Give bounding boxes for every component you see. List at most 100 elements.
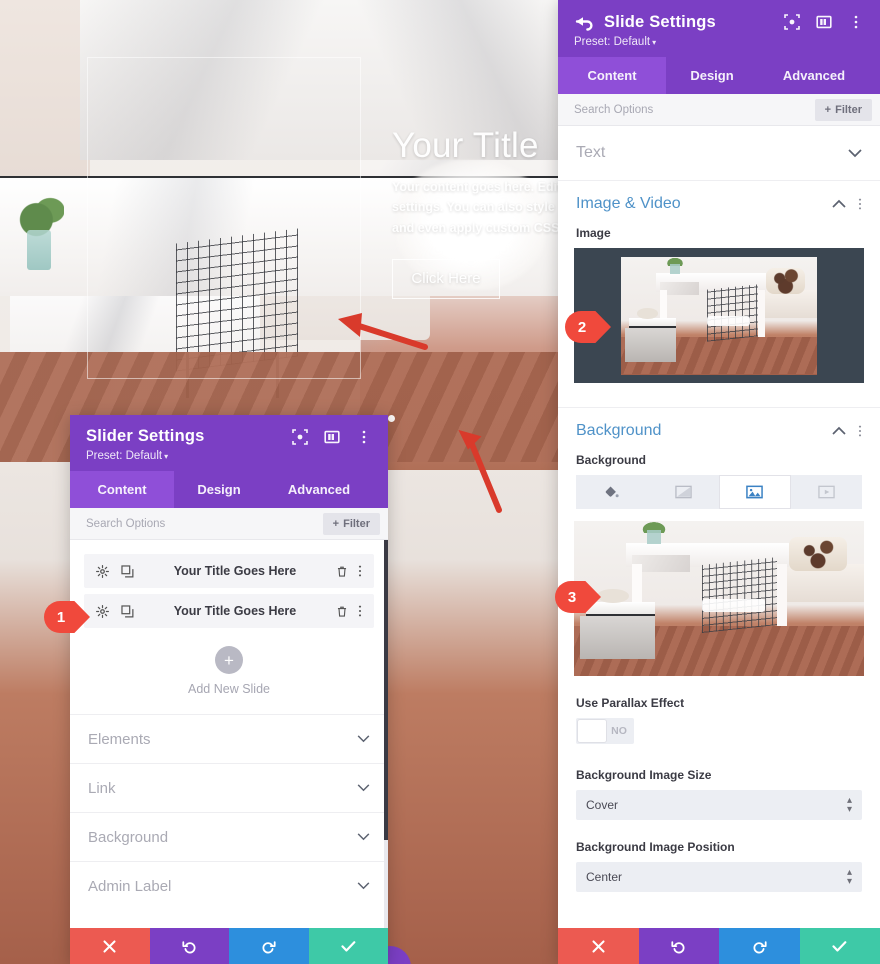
callout-badge-1: 1: [44, 601, 90, 633]
slider-settings-body: Your Title Goes Here Your Title Goes Her…: [70, 540, 388, 928]
add-new-slide-label: Add New Slide: [188, 682, 270, 696]
save-button[interactable]: [308, 928, 388, 964]
plus-icon: +: [824, 103, 832, 116]
trash-icon[interactable]: [336, 565, 348, 578]
save-button[interactable]: [799, 928, 880, 964]
slide-preset-selector[interactable]: Preset: Default ▾: [574, 36, 864, 48]
section-link[interactable]: Link: [70, 763, 388, 812]
undo-icon: [182, 940, 196, 953]
table-row[interactable]: Your Title Goes Here: [84, 594, 374, 628]
background-field-label: Background: [576, 453, 647, 467]
scrollbar-track[interactable]: [384, 540, 388, 928]
tab-content[interactable]: Content: [558, 57, 666, 94]
tab-design[interactable]: Design: [666, 57, 758, 94]
filter-button[interactable]: + Filter: [322, 512, 380, 535]
slide-preset-label: Preset: Default: [574, 36, 651, 48]
chevron-down-icon: [357, 784, 370, 792]
background-type-gradient[interactable]: [648, 475, 720, 509]
cancel-button[interactable]: [70, 928, 150, 964]
check-icon: [832, 940, 847, 952]
cancel-button[interactable]: [558, 928, 639, 964]
image-field: Image: [558, 226, 880, 240]
more-vertical-icon[interactable]: [356, 429, 372, 445]
video-icon: [818, 485, 835, 499]
slider-settings-footer: [70, 928, 388, 964]
check-icon: [341, 940, 356, 952]
scrollbar-thumb[interactable]: [384, 540, 388, 840]
bg-image-position-select[interactable]: Center ▴ ▾: [576, 862, 862, 892]
filter-label: Filter: [343, 517, 370, 530]
more-vertical-icon[interactable]: [858, 424, 862, 438]
redo-button[interactable]: [719, 928, 800, 964]
callout-badge-2: 2: [565, 311, 611, 343]
section-background[interactable]: Background: [70, 812, 388, 861]
duplicate-icon[interactable]: [121, 564, 134, 578]
chevron-down-icon: [357, 833, 370, 841]
background-type-tabs: [576, 475, 862, 509]
tab-design[interactable]: Design: [174, 471, 264, 508]
tab-advanced[interactable]: Advanced: [264, 471, 374, 508]
background-type-image[interactable]: [719, 475, 791, 509]
section-admin-label-text: Admin Label: [88, 877, 172, 895]
more-vertical-icon[interactable]: [358, 604, 362, 618]
duplicate-icon[interactable]: [121, 604, 134, 618]
slider-pagination-dot[interactable]: [388, 415, 395, 422]
section-background[interactable]: Background: [558, 407, 880, 453]
trash-icon[interactable]: [336, 605, 348, 618]
slide-list: Your Title Goes Here Your Title Goes Her…: [70, 540, 388, 628]
gear-icon[interactable]: [96, 604, 109, 618]
chevron-down-icon: [357, 882, 370, 890]
slider-settings-tabs: Content Design Advanced: [70, 471, 388, 508]
chevron-up-icon[interactable]: [832, 199, 846, 208]
paint-bucket-icon: [606, 486, 619, 497]
select-arrows-icon: ▴ ▾: [846, 795, 852, 815]
background-type-color[interactable]: [576, 475, 648, 509]
filter-button[interactable]: + Filter: [814, 98, 872, 121]
section-text[interactable]: Text: [558, 126, 880, 180]
back-arrow-icon[interactable]: [574, 12, 594, 32]
slider-settings-header: Slider Settings Preset: Default ▾: [70, 415, 388, 471]
tab-content[interactable]: Content: [70, 471, 174, 508]
search-options-input[interactable]: Search Options: [86, 518, 323, 530]
focus-icon[interactable]: [292, 428, 308, 445]
background-image-preview[interactable]: [574, 521, 864, 676]
gear-icon[interactable]: [96, 564, 109, 578]
search-options-input[interactable]: Search Options: [574, 104, 815, 116]
tab-advanced[interactable]: Advanced: [758, 57, 870, 94]
layout-columns-icon[interactable]: [816, 14, 832, 30]
add-new-slide-button[interactable]: + Add New Slide: [70, 634, 388, 714]
select-arrows-icon: ▴ ▾: [846, 867, 852, 887]
layout-columns-icon[interactable]: [324, 429, 340, 445]
more-vertical-icon[interactable]: [848, 14, 864, 30]
parallax-toggle[interactable]: NO: [576, 718, 634, 744]
undo-button[interactable]: [149, 928, 229, 964]
section-admin-label[interactable]: Admin Label: [70, 861, 388, 910]
chevron-up-icon[interactable]: [832, 426, 846, 435]
image-icon: [746, 485, 764, 499]
slider-search-bar: Search Options + Filter: [70, 508, 388, 540]
slide-row-title: Your Title Goes Here: [173, 564, 297, 578]
slider-preset-selector[interactable]: Preset: Default ▾: [86, 450, 372, 462]
more-vertical-icon[interactable]: [858, 197, 862, 211]
background-type-video[interactable]: [791, 475, 863, 509]
table-row[interactable]: Your Title Goes Here: [84, 554, 374, 588]
bg-image-position-value: Center: [586, 870, 623, 884]
plus-icon: +: [332, 517, 340, 530]
bg-image-size-select[interactable]: Cover ▴ ▾: [576, 790, 862, 820]
redo-button[interactable]: [229, 928, 309, 964]
section-elements[interactable]: Elements: [70, 714, 388, 763]
more-vertical-icon[interactable]: [358, 564, 362, 578]
bg-image-size-field: Background Image Size Cover ▴ ▾: [558, 768, 880, 820]
image-upload-preview[interactable]: [574, 248, 864, 383]
filter-label: Filter: [835, 103, 862, 116]
image-thumbnail: [621, 256, 817, 375]
slide-settings-tabs: Content Design Advanced: [558, 57, 880, 94]
section-image-video[interactable]: Image & Video: [558, 180, 880, 226]
slide-cta-button[interactable]: Click Here: [392, 258, 500, 299]
undo-button[interactable]: [638, 928, 719, 964]
chevron-down-icon: [848, 148, 862, 157]
callout-number: 1: [56, 608, 66, 626]
chevron-down-icon: ▾: [164, 452, 169, 461]
slide-title: Your Title: [392, 126, 539, 165]
focus-icon[interactable]: [784, 14, 800, 30]
